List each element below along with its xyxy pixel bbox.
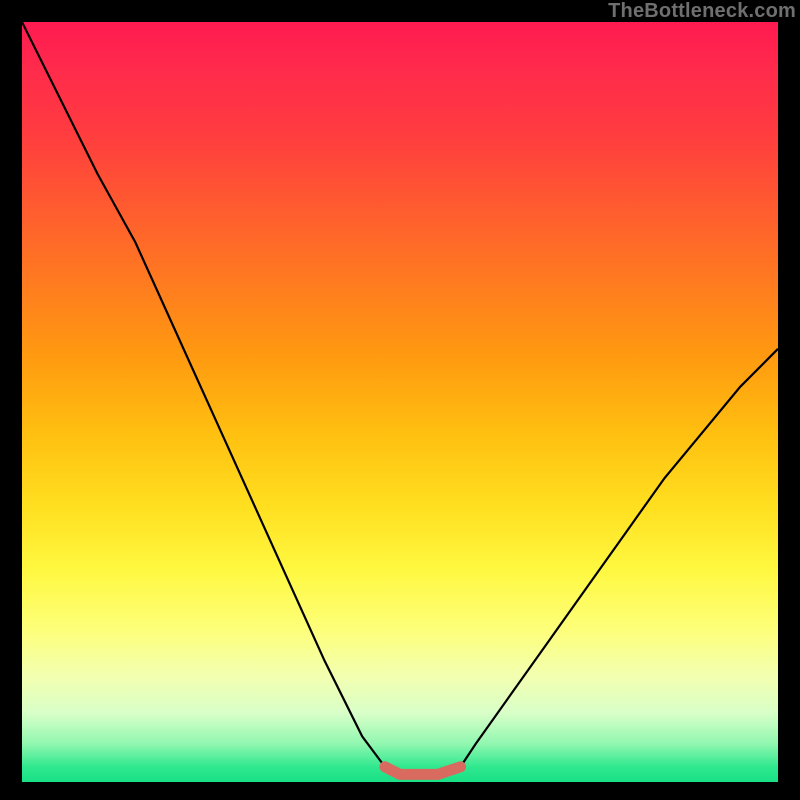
bottleneck-curve	[22, 22, 778, 774]
outer-frame: TheBottleneck.com	[0, 0, 800, 800]
trough-band	[385, 767, 461, 775]
curve-layer	[22, 22, 778, 782]
watermark-label: TheBottleneck.com	[608, 0, 796, 23]
plot-area	[22, 22, 778, 782]
